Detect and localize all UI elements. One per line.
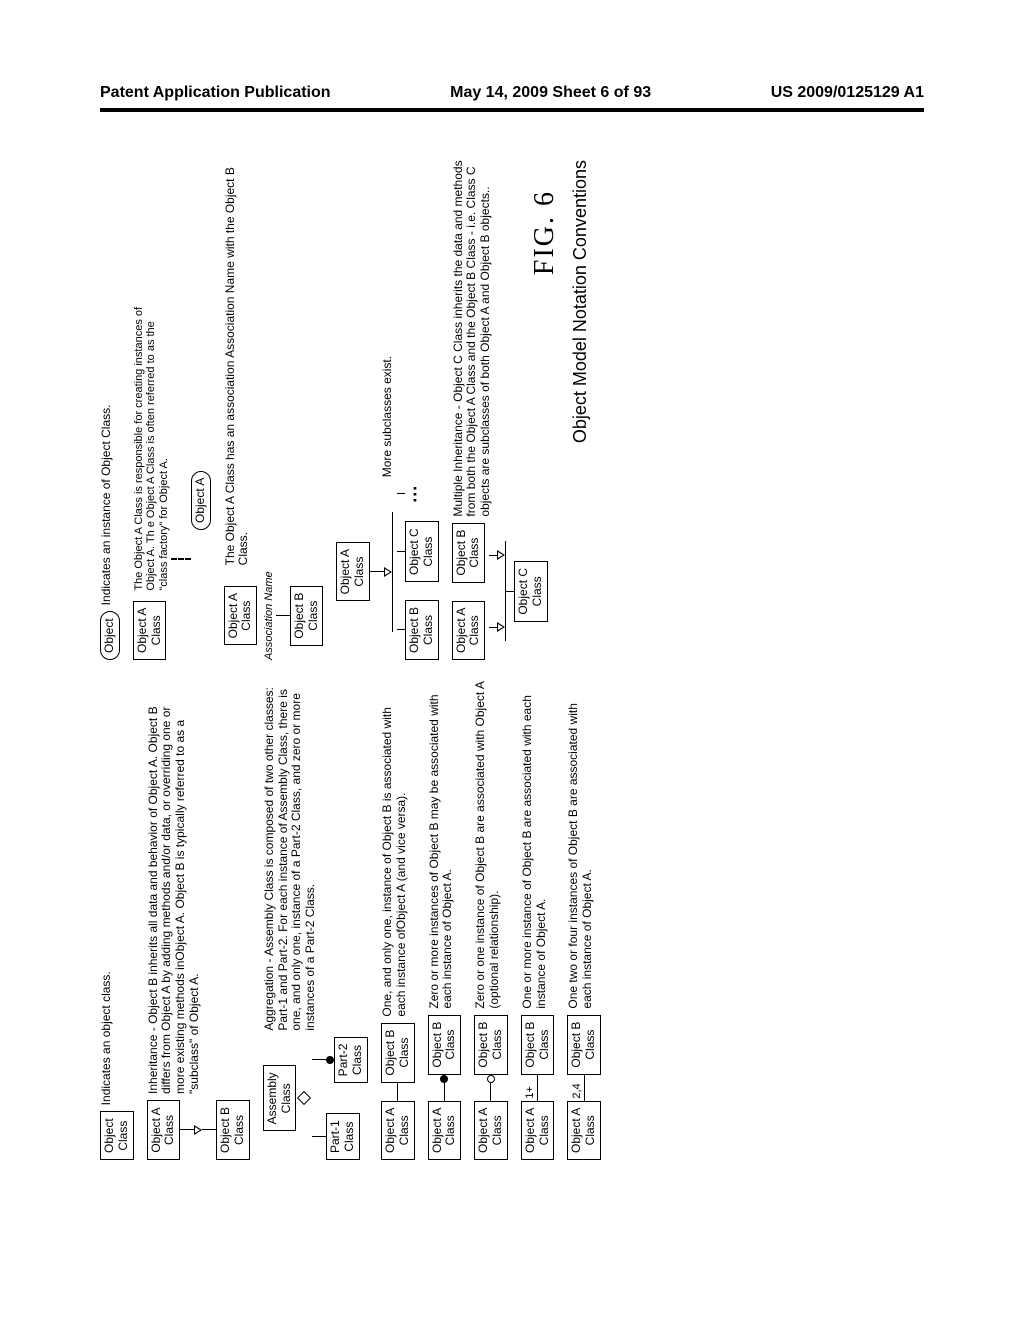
assoc-name-label: Association Name — [263, 571, 276, 660]
desc-specific: One two or four instances of Object B ar… — [567, 680, 595, 1009]
box-a2: Object A Class — [428, 1101, 462, 1160]
right-column: Object Indicates an instance of Object C… — [100, 160, 561, 660]
desc-multi-inherit: Multiple Inheritance - Object C Class in… — [452, 160, 493, 517]
notation-aggregation: Assembly Class Part-1 Class Part-2 Class… — [263, 680, 368, 1160]
filled-circle-icon — [440, 1075, 448, 1083]
inheritance-triangle-icon — [497, 622, 505, 632]
box-assoc-a: Object A Class — [224, 586, 258, 645]
box-part1: Part-1 Class — [326, 1113, 360, 1160]
header-right: US 2009/0125129 A1 — [771, 84, 924, 102]
desc-inheritance: Inheritance - Object B inherits all data… — [147, 680, 202, 1094]
inheritance-triangle-icon — [497, 550, 505, 560]
box-object: Object — [100, 611, 120, 660]
notation-one-more: Object A Class 1+ Object B Class One or … — [521, 680, 555, 1160]
notation-one-one: Object A Class Object B Class One, and o… — [381, 680, 415, 1160]
rotated-diagram: Object Class Indicates an object class. … — [100, 160, 924, 1160]
box-object-class: Object Class — [100, 1111, 134, 1160]
desc-zero-more: Zero or more instances of Object B may b… — [428, 680, 456, 1009]
filled-circle-icon — [326, 1056, 334, 1064]
box-a5: Object A Class — [567, 1101, 601, 1160]
box-a3: Object A Class — [474, 1101, 508, 1160]
box-objB: Object B Class — [216, 1100, 250, 1160]
aggregation-diamond-icon — [297, 1091, 311, 1105]
notation-factory: Object A Class The Object A Class is res… — [133, 160, 211, 660]
box-tree-a: Object A Class — [336, 542, 370, 601]
box-b5: Object B Class — [567, 1015, 601, 1075]
desc-object-class: Indicates an object class. — [100, 680, 114, 1105]
box-tree-c: Object C Class — [405, 521, 439, 582]
box-objA-cls: Object A Class — [133, 601, 167, 660]
inheritance-triangle-icon — [194, 1125, 202, 1135]
desc-zero-one: Zero or one instance of Object B are ass… — [474, 680, 502, 1009]
header-rule — [100, 108, 924, 112]
card-one-plus: 1+ — [524, 1086, 537, 1099]
box-tree-b: Object B Class — [405, 600, 439, 660]
figure-content: Object Class Indicates an object class. … — [100, 160, 924, 1160]
header-left: Patent Application Publication — [100, 84, 331, 102]
box-assoc-b: Object B Class — [290, 586, 324, 646]
desc-association: The Object A Class has an association As… — [224, 160, 252, 565]
figure-label: FIG. 6 — [529, 190, 561, 275]
figure-caption: Object Model Notation Conventions — [570, 160, 591, 443]
box-a4: Object A Class — [521, 1101, 555, 1160]
notation-zero-one: Object A Class Object B Class Zero or on… — [474, 680, 508, 1160]
desc-more-subclasses: More subclasses exist. — [381, 160, 395, 477]
patent-page: Patent Application Publication May 14, 2… — [0, 0, 1024, 1320]
open-circle-icon — [487, 1075, 495, 1083]
box-b4: Object B Class — [521, 1015, 555, 1075]
desc-one-more: One or more instance of Object B are ass… — [521, 680, 549, 1009]
box-b3: Object B Class — [474, 1015, 508, 1075]
box-part2: Part-2 Class — [334, 1037, 368, 1084]
box-objA: Object A Class — [147, 1100, 181, 1159]
header-center: May 14, 2009 Sheet 6 of 93 — [450, 84, 651, 102]
box-mi-c: Object C Class — [514, 561, 548, 622]
desc-instance: Indicates an instance of Object Class. — [100, 160, 114, 605]
ellipsis-icon: ⋯ — [405, 483, 426, 503]
desc-one-one: One, and only one, instance of Object B … — [381, 680, 409, 1017]
box-b1: Object B Class — [381, 1023, 415, 1083]
notation-instance: Object Indicates an instance of Object C… — [100, 160, 120, 660]
desc-factory: The Object A Class is responsible for cr… — [133, 291, 171, 591]
box-assembly: Assembly Class — [263, 1065, 297, 1131]
box-mi-b: Object B Class — [452, 523, 486, 583]
notation-inheritance: Object A Class Object B Class Inheritanc… — [147, 680, 250, 1160]
card-two-four: 2,4 — [571, 1083, 584, 1098]
box-objA-inst: Object A — [191, 471, 211, 530]
box-mi-a: Object A Class — [452, 601, 486, 660]
page-header: Patent Application Publication May 14, 2… — [100, 84, 924, 102]
notation-association: Object A Class Association Name Object B… — [224, 160, 324, 660]
notation-specific: Object A Class 2,4 Object B Class One tw… — [567, 680, 601, 1160]
left-column: Object Class Indicates an object class. … — [100, 680, 614, 1160]
notation-object-class: Object Class Indicates an object class. — [100, 680, 134, 1160]
notation-zero-more: Object A Class Object B Class Zero or mo… — [428, 680, 462, 1160]
box-b2: Object B Class — [428, 1015, 462, 1075]
notation-more-subclasses: Object A Class Object B Class Object C C… — [336, 160, 438, 660]
box-a1: Object A Class — [381, 1101, 415, 1160]
inheritance-triangle-icon — [384, 567, 392, 577]
desc-aggregation: Aggregation - Assembly Class is composed… — [263, 680, 318, 1031]
